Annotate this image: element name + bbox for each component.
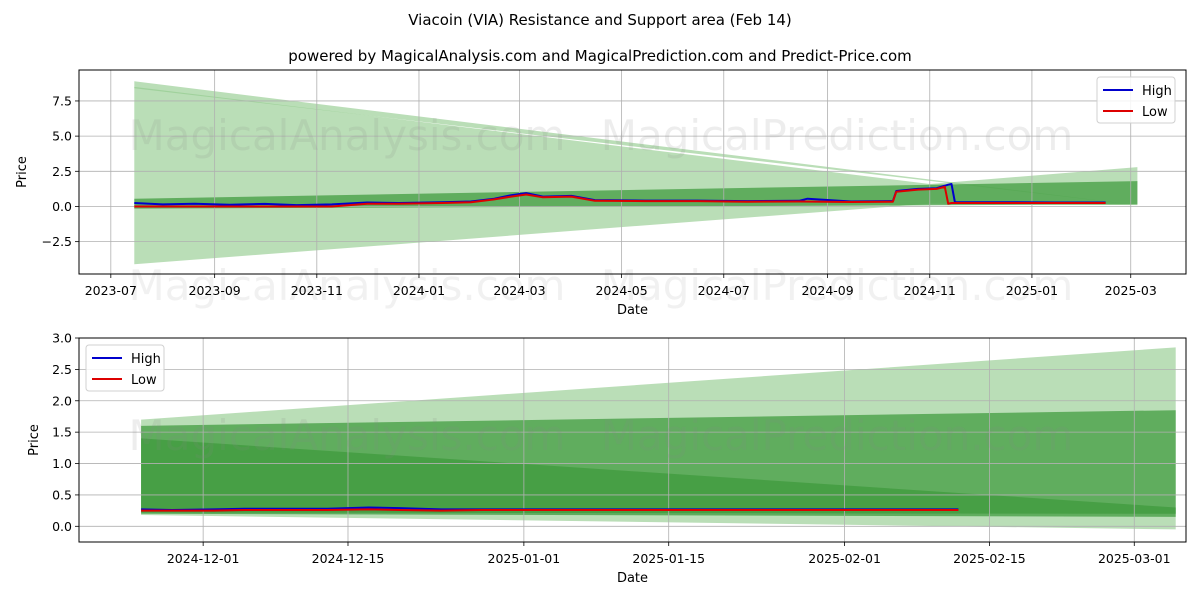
watermark: MagicalPrediction.com [601,111,1074,160]
x-axis-label: Date [617,303,648,318]
x-tick-label: 2025-02-15 [953,551,1026,566]
y-tick-label: 0.0 [52,519,72,534]
x-tick-label: 2025-03 [1105,283,1157,298]
x-tick-label: 2024-11 [904,283,956,298]
y-tick-label: −2.5 [42,234,72,249]
legend-label-low: Low [1142,105,1168,120]
legend-label-high: High [131,352,161,367]
y-tick-label: 0.0 [52,199,72,214]
y-tick-label: 2.5 [52,362,72,377]
y-axis-label: Price [15,156,30,188]
x-tick-label: 2025-01-15 [632,551,705,566]
y-tick-label: 1.5 [52,425,72,440]
x-axis-label: Date [617,571,648,586]
x-tick-label: 2023-07 [85,283,137,298]
x-tick-label: 2024-01 [393,283,445,298]
series-line-low [141,508,959,512]
watermark: MagicalAnalysis.com [129,111,566,160]
x-tick-label: 2024-05 [595,283,647,298]
bottom-chart: MagicalAnalysis.com MagicalPrediction.com… [27,331,1187,586]
watermark: MagicalPrediction.com [601,411,1074,460]
x-tick-label: 2023-11 [291,283,343,298]
figure-title: Viacoin (VIA) Resistance and Support are… [408,11,792,29]
legend-label-high: High [1142,84,1172,99]
x-tick-label: 2024-03 [493,283,545,298]
y-tick-label: 2.5 [52,164,72,179]
legend: High Low [1096,76,1176,124]
y-axis-label: Price [27,424,42,456]
x-tick-label: 2023-09 [189,283,241,298]
x-tick-label: 2024-12-15 [312,551,385,566]
y-tick-label: 7.5 [52,93,72,108]
x-tick-label: 2025-01-01 [488,551,561,566]
legend-label-low: Low [131,373,157,388]
x-tick-label: 2024-09 [801,283,853,298]
plot-area [79,70,1186,274]
legend: High Low [85,344,165,392]
figure-subtitle: powered by MagicalAnalysis.com and Magic… [288,47,912,65]
x-tick-label: 2025-01 [1006,283,1058,298]
watermark: MagicalAnalysis.com [129,411,566,460]
x-tick-label: 2024-07 [698,283,750,298]
top-chart: MagicalAnalysis.com MagicalPrediction.com… [15,69,1187,318]
x-tick-label: 2024-12-01 [167,551,240,566]
y-tick-label: 0.5 [52,487,72,502]
x-tick-label: 2025-03-01 [1098,551,1171,566]
y-tick-label: 3.0 [52,331,72,346]
y-tick-label: 1.0 [52,456,72,471]
x-tick-label: 2025-02-01 [808,551,881,566]
figure: Viacoin (VIA) Resistance and Support are… [15,11,1187,586]
y-tick-label: 2.0 [52,393,72,408]
y-tick-label: 5.0 [52,129,72,144]
